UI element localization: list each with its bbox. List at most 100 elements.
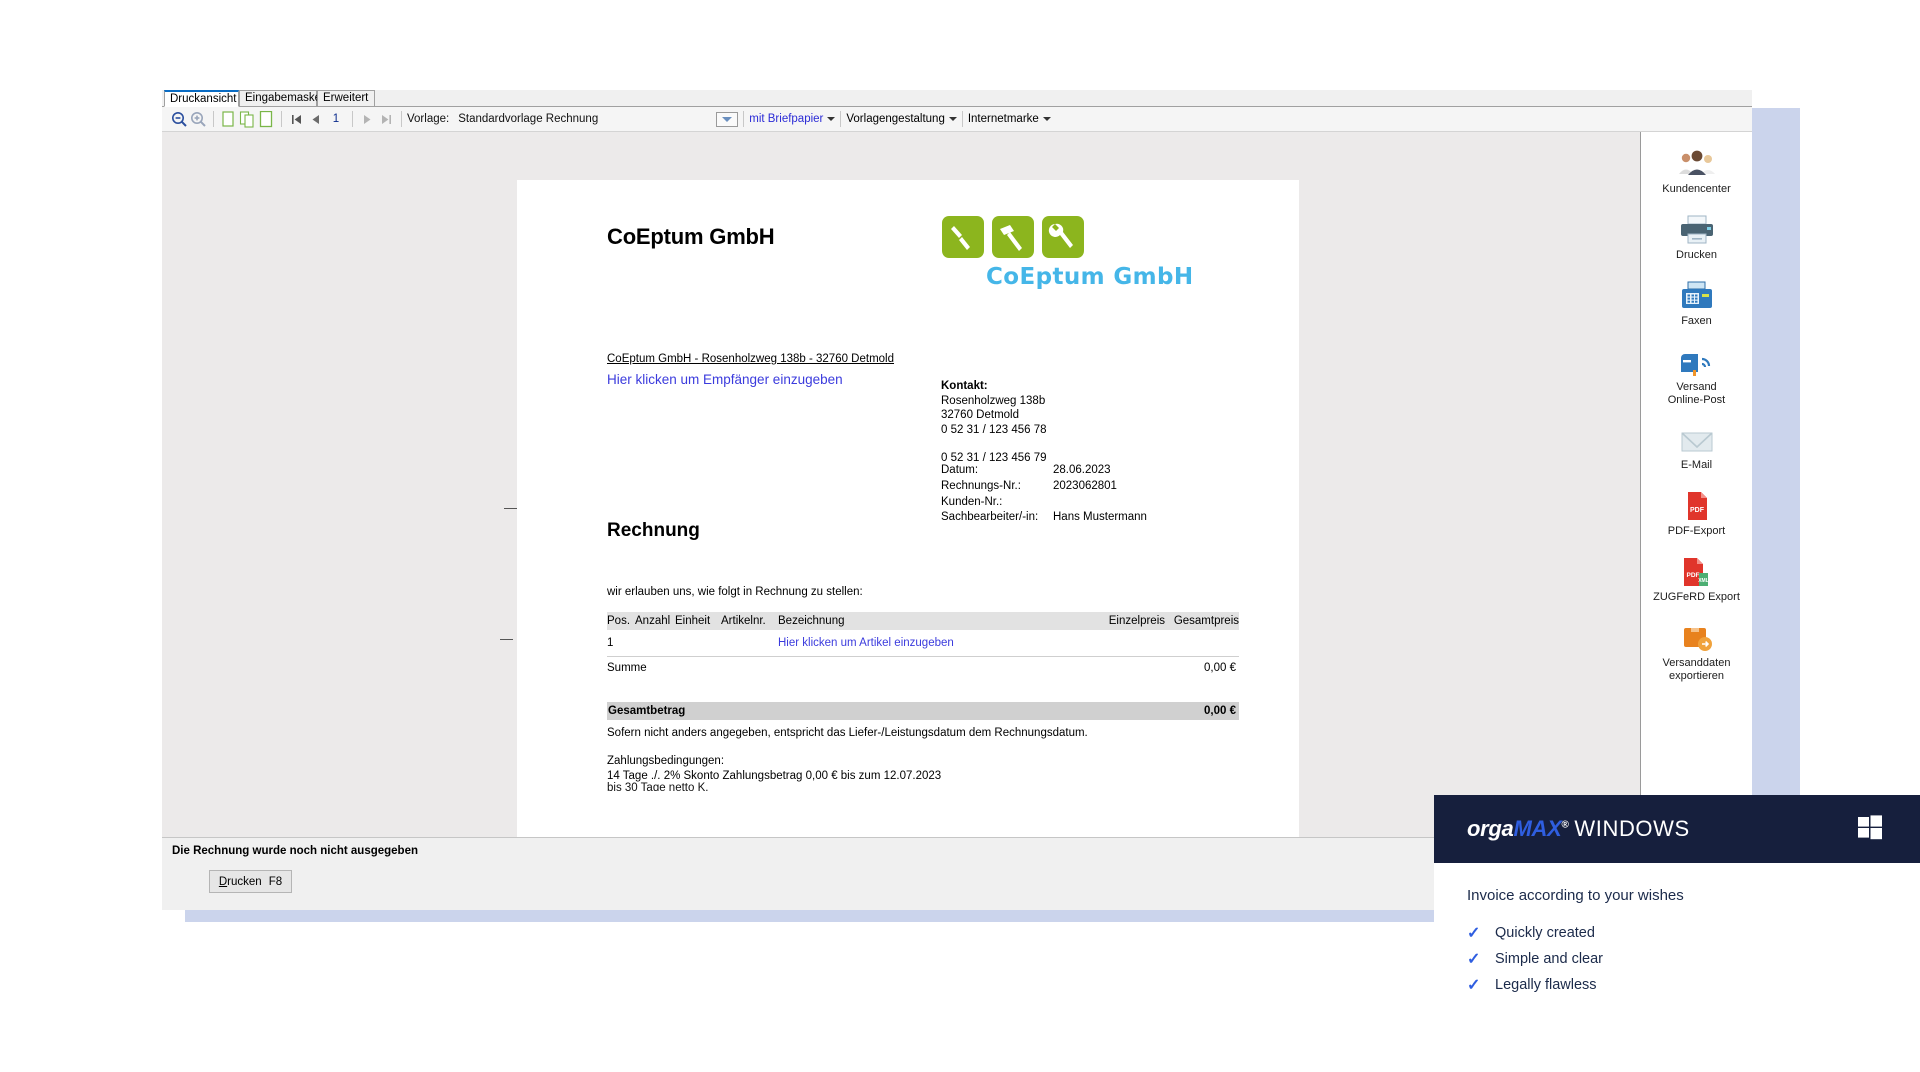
total-value: 0,00 € [1204, 705, 1236, 717]
screwdriver-icon [942, 216, 984, 258]
previous-page-icon[interactable] [306, 110, 325, 129]
table-row[interactable]: 1 Hier klicken um Artikel einzugeben [607, 630, 1239, 657]
action-sidebar: Kundencenter Drucken Faxen Versand Onlin… [1641, 132, 1752, 837]
print-button-shortcut: F8 [268, 875, 283, 888]
toolbar-separator [961, 111, 963, 127]
items-table: Pos. Anzahl Einheit Artikelnr. Bezeichnu… [607, 612, 1239, 678]
promo-bullet-label: Quickly created [1495, 925, 1595, 941]
payment-terms-line1: 14 Tage ./. 2% Skonto Zahlungsbetrag 0,0… [607, 769, 942, 782]
sidebar-item-label-line2: Online-Post [1667, 394, 1726, 406]
delivery-date-note: Sofern nicht anders angegeben, entsprich… [607, 727, 1088, 739]
promo-header: orgaMAX® WINDOWS [1434, 795, 1920, 863]
sidebar-item-label: ZUGFeRD Export [1653, 591, 1740, 603]
column-header-bezeichnung: Bezeichnung [778, 615, 845, 627]
print-button[interactable]: Drucken F8 [209, 870, 292, 893]
column-header-artikelnr: Artikelnr. [721, 615, 766, 627]
sidebar-item-versand-online-post[interactable]: Versand Online-Post [1641, 344, 1752, 407]
orgamax-promo-card: orgaMAX® WINDOWS Invoice according to yo… [1434, 795, 1920, 1030]
column-header-pos: Pos. [607, 615, 631, 627]
cell-bezeichnung-link[interactable]: Hier klicken um Artikel einzugeben [769, 637, 1091, 649]
sidebar-item-kundencenter[interactable]: Kundencenter [1641, 146, 1752, 196]
chevron-down-icon [827, 117, 836, 121]
meta-value: Hans Mustermann [1053, 511, 1147, 524]
template-value[interactable]: Standardvorlage Rechnung [458, 113, 598, 125]
zoom-in-icon[interactable] [189, 110, 208, 129]
template-dropdown-button[interactable] [716, 111, 739, 127]
tab-strip: Druckansicht Eingabemaske Erweitert [162, 90, 1752, 107]
recipient-placeholder-link[interactable]: Hier klicken um Empfänger einzugeben [607, 372, 843, 387]
meta-row: Sachbearbeiter/-in: Hans Mustermann [941, 510, 1147, 526]
total-amount-bar: Gesamtbetrag 0,00 € [607, 702, 1239, 720]
sidebar-item-label-line1: Versanddaten [1662, 657, 1731, 669]
tab-druckansicht[interactable]: Druckansicht [164, 90, 239, 107]
print-preview-window: Druckansicht Eingabemaske Erweitert 1 Vo… [162, 89, 1752, 910]
zoom-out-icon[interactable] [170, 110, 189, 129]
tab-erweitert-label: Erweitert [323, 92, 369, 104]
total-label: Gesamtbetrag [608, 705, 686, 717]
sidebar-item-versanddaten-exportieren[interactable]: Versanddaten exportieren [1641, 620, 1752, 683]
invoice-page[interactable]: CoEptum GmbH CoEptum GmbH CoEptum GmbH -… [517, 180, 1299, 872]
contact-street: Rosenholzweg 138b [941, 394, 1046, 407]
internet-stamp-dropdown[interactable]: Internetmarke [968, 113, 1051, 125]
promo-brand: orgaMAX® WINDOWS [1467, 816, 1690, 842]
sidebar-item-label-line2: exportieren [1668, 670, 1725, 682]
sidebar-item-faxen[interactable]: Faxen [1641, 278, 1752, 328]
column-header-einzelpreis: Einzelpreis [1108, 615, 1165, 627]
sidebar-item-drucken[interactable]: Drucken [1641, 212, 1752, 262]
next-page-icon[interactable] [358, 110, 377, 129]
meta-value: 28.06.2023 [1053, 464, 1111, 476]
ruler-tick [504, 508, 517, 509]
items-table-sum-row: Summe 0,00 € [607, 657, 1239, 678]
fax-icon [1641, 278, 1752, 312]
chevron-down-icon [948, 117, 957, 121]
tab-eingabemaske-label: Eingabemaske [245, 92, 322, 104]
toolbar-separator [352, 111, 353, 127]
single-page-icon[interactable] [219, 110, 238, 129]
tab-erweitert[interactable]: Erweitert [317, 90, 375, 107]
check-icon: ✓ [1467, 925, 1481, 942]
logo-text: CoEptum GmbH [986, 264, 1194, 290]
brand-orga: orga [1467, 816, 1514, 841]
meta-row: Kunden-Nr.: [941, 495, 1147, 511]
contact-phone: 0 52 31 / 123 456 78 [941, 423, 1047, 436]
document-intro-text: wir erlauben uns, wie folgt in Rechnung … [607, 586, 863, 598]
promo-bullet: ✓ Simple and clear [1467, 946, 1920, 972]
contact-heading: Kontakt: [941, 380, 988, 392]
meta-key: Datum: [941, 464, 979, 476]
template-design-label: Vorlagengestaltung [846, 113, 945, 125]
template-label: Vorlage: [407, 113, 450, 125]
page-number-field[interactable]: 1 [325, 113, 347, 125]
sidebar-item-email[interactable]: E-Mail [1641, 422, 1752, 472]
document-title: Rechnung [607, 520, 700, 541]
envelope-icon [1641, 422, 1752, 456]
mailbox-icon [1641, 344, 1752, 378]
promo-bullet-label: Legally flawless [1495, 977, 1597, 993]
preview-pane[interactable]: CoEptum GmbH CoEptum GmbH CoEptum GmbH -… [162, 132, 1640, 872]
tab-druckansicht-label: Druckansicht [170, 93, 237, 105]
meta-row: Datum: 28.06.2023 [941, 463, 1147, 479]
chevron-down-icon [1042, 117, 1051, 121]
letterhead-dropdown[interactable]: mit Briefpapier [749, 113, 836, 125]
toolbar-separator [401, 111, 402, 127]
sidebar-item-pdf-export[interactable]: PDF PDF-Export [1641, 488, 1752, 538]
last-page-icon[interactable] [377, 110, 396, 129]
invoice-document: CoEptum GmbH CoEptum GmbH CoEptum GmbH -… [517, 180, 1299, 872]
document-company-name: CoEptum GmbH [607, 224, 775, 249]
tab-eingabemaske[interactable]: Eingabemaske [239, 90, 321, 107]
sidebar-item-label: Faxen [1681, 315, 1712, 327]
letterhead-label: mit Briefpapier [749, 113, 824, 125]
template-design-dropdown[interactable]: Vorlagengestaltung [846, 113, 957, 125]
preview-toolbar: 1 Vorlage: Standardvorlage Rechnung mit … [162, 107, 1752, 132]
toolbar-separator [743, 111, 745, 127]
chevron-down-icon [722, 116, 733, 122]
sidebar-item-label-line1: Versand [1676, 381, 1717, 393]
hammer-icon [992, 216, 1034, 258]
sidebar-item-zugferd-export[interactable]: PDF XML ZUGFeRD Export [1641, 554, 1752, 604]
pdf-xml-icon: PDF XML [1641, 554, 1752, 588]
pdf-icon: PDF [1641, 488, 1752, 522]
two-page-icon[interactable] [238, 110, 257, 129]
first-page-icon[interactable] [287, 110, 306, 129]
page-width-icon[interactable] [257, 110, 276, 129]
promo-body: Invoice according to your wishes ✓ Quick… [1434, 863, 1920, 998]
column-header-gesamtpreis: Gesamtpreis [1173, 615, 1239, 627]
